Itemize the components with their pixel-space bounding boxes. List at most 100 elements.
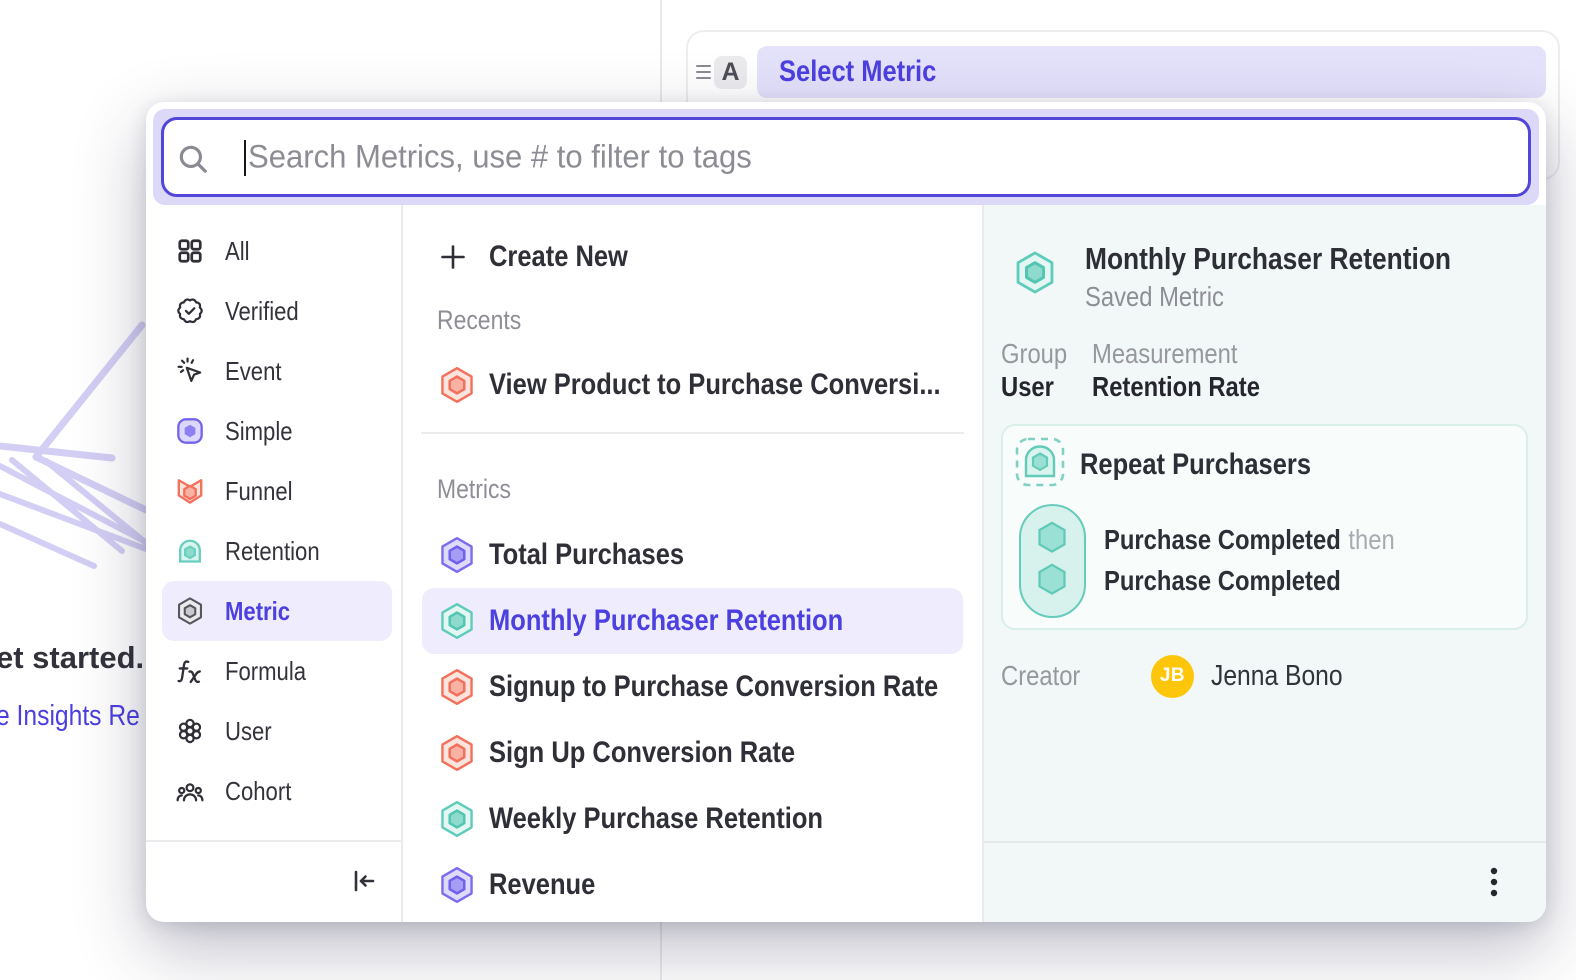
metric-hexagon-icon [439, 735, 475, 771]
metric-list-item[interactable]: Total Purchases [422, 522, 963, 588]
metric-list-item[interactable]: Sign Up Conversion Rate [422, 720, 963, 786]
step-suffix: then [1348, 524, 1394, 556]
metric-list-item[interactable]: Signup to Purchase Conversion Rate [422, 654, 963, 720]
metric-hexagon-icon [439, 537, 475, 573]
sidebar-item-simple[interactable]: Simple [162, 401, 392, 461]
metrics-section-label: Metrics [437, 470, 982, 508]
select-metric-label: Select Metric [779, 55, 936, 89]
search-input[interactable] [164, 120, 1528, 194]
metric-details-panel: Monthly Purchaser Retention Saved Metric… [984, 205, 1546, 922]
sidebar-item-user[interactable]: User [162, 701, 392, 761]
creator-row: Creator JB Jenna Bono [1001, 654, 1521, 698]
background-heading-fragment: et started. [0, 640, 144, 676]
property-label: Group [1001, 339, 1078, 369]
formula-icon [176, 657, 204, 685]
search-band: Search Metrics, use # to filter to tags [153, 109, 1539, 205]
creator-name: Jenna Bono [1211, 660, 1343, 693]
sidebar-item-funnel[interactable]: Funnel [162, 461, 392, 521]
sidebar-item-cohort[interactable]: Cohort [162, 761, 392, 821]
definition-step: Purchase Completed [1104, 560, 1395, 601]
metric-item-label: Weekly Purchase Retention [489, 802, 823, 836]
metric-item-label: Total Purchases [489, 538, 684, 572]
search-box: Search Metrics, use # to filter to tags [161, 117, 1531, 197]
metric-list-item[interactable]: Revenue [422, 852, 963, 918]
metric-list-item[interactable]: Weekly Purchase Retention [422, 786, 963, 852]
plus-icon [439, 243, 467, 271]
metric-hexagon-icon [439, 867, 475, 903]
definition-step: Purchase Completedthen [1104, 519, 1395, 560]
details-title: Monthly Purchaser Retention [1085, 241, 1451, 277]
funnel-icon [176, 477, 204, 505]
step-event-name: Purchase Completed [1104, 565, 1341, 597]
modal-columns: All Verified Event Simple Funnel Retention Met… [146, 205, 1546, 922]
create-new-label: Create New [489, 240, 628, 274]
property-group: GroupUser [1001, 339, 1078, 402]
sidebar-item-retention[interactable]: Retention [162, 521, 392, 581]
metric-position-badge: A [714, 56, 747, 89]
collapse-sidebar-icon[interactable] [349, 866, 379, 896]
sidebar-item-label: Metric [225, 596, 290, 627]
filter-sidebar: All Verified Event Simple Funnel Retention Met… [146, 205, 403, 922]
metric-item-label: Sign Up Conversion Rate [489, 736, 795, 770]
definition-card: Repeat Purchasers Purchase Completedthen… [1001, 424, 1528, 630]
drag-handle-icon[interactable] [696, 65, 711, 79]
cohort-icon [176, 777, 204, 805]
details-properties: GroupUserMeasurementRetention Rate [1001, 339, 1290, 402]
sidebar-item-label: Event [225, 356, 282, 387]
step-event-name: Purchase Completed [1104, 524, 1341, 556]
sidebar-item-label: Retention [225, 536, 320, 567]
definition-name: Repeat Purchasers [1080, 448, 1311, 482]
text-caret [244, 140, 246, 176]
metric-item-label: Signup to Purchase Conversion Rate [489, 670, 938, 704]
sidebar-item-label: All [225, 236, 250, 267]
metric-hexagon-icon [439, 603, 475, 639]
create-new-button[interactable]: Create New [403, 227, 982, 287]
property-label: Measurement [1092, 339, 1260, 369]
event-icon [176, 357, 204, 385]
metric-list-panel: Create New Recents View Product to Purch… [403, 205, 984, 922]
metric-type-icon [1014, 251, 1056, 294]
sidebar-footer [146, 840, 401, 922]
sidebar-item-event[interactable]: Event [162, 341, 392, 401]
sidebar-item-all[interactable]: All [162, 221, 392, 281]
more-options-icon[interactable] [1481, 865, 1507, 903]
background-link-fragment[interactable]: e Insights Re [0, 700, 140, 733]
details-subtitle: Saved Metric [1085, 281, 1224, 313]
metric-list-item[interactable]: View Product to Purchase Conversi... [422, 352, 963, 418]
property-value: Retention Rate [1092, 372, 1260, 402]
sidebar-item-label: Simple [225, 416, 293, 447]
sidebar-item-label: Funnel [225, 476, 293, 507]
sidebar-item-label: User [225, 716, 272, 747]
sidebar-item-label: Formula [225, 656, 306, 687]
funnel-steps-capsule [1019, 504, 1086, 618]
property-value: User [1001, 372, 1078, 402]
verified-icon [176, 297, 204, 325]
user-icon [176, 717, 204, 745]
sidebar-item-formula[interactable]: Formula [162, 641, 392, 701]
metric-hexagon-icon [439, 801, 475, 837]
list-divider [421, 432, 964, 434]
recents-section-label: Recents [437, 301, 982, 339]
metric-item-label: Monthly Purchaser Retention [489, 604, 843, 638]
creator-avatar: JB [1151, 655, 1194, 698]
screen: et started. e Insights Re A Select Metri… [0, 0, 1576, 980]
saved-definition-icon [1015, 437, 1065, 487]
creator-label: Creator [1001, 660, 1151, 692]
sidebar-item-verified[interactable]: Verified [162, 281, 392, 341]
details-footer [984, 841, 1546, 922]
grid-icon [176, 237, 204, 265]
capsule-hexagons [1021, 506, 1083, 615]
retention-icon [176, 537, 204, 565]
select-metric-button[interactable]: Select Metric [757, 46, 1546, 98]
metric-picker-modal: Search Metrics, use # to filter to tags … [146, 102, 1546, 922]
sidebar-item-label: Verified [225, 296, 299, 327]
definition-steps: Purchase CompletedthenPurchase Completed [1104, 519, 1446, 601]
property-measurement: MeasurementRetention Rate [1092, 339, 1260, 402]
sidebar-item-metric[interactable]: Metric [162, 581, 392, 641]
metric-hexagon-icon [439, 367, 475, 403]
metric-list-item[interactable]: Monthly Purchaser Retention [422, 588, 963, 654]
simple-icon [176, 417, 204, 445]
metric-icon [176, 597, 204, 625]
sidebar-item-label: Cohort [225, 776, 291, 807]
metric-item-label: Revenue [489, 868, 595, 902]
